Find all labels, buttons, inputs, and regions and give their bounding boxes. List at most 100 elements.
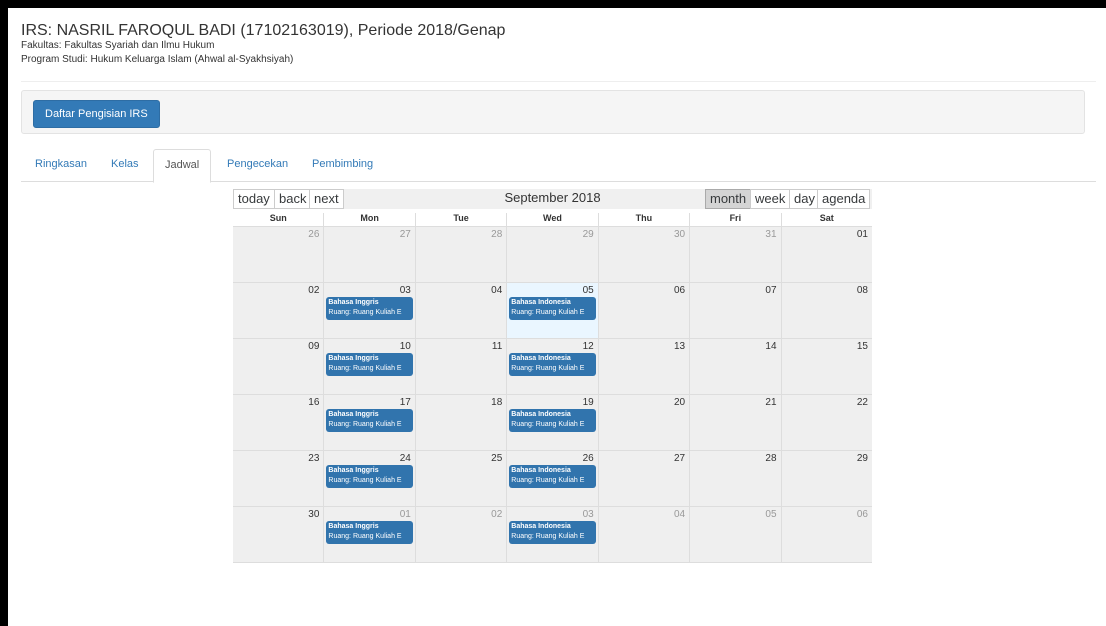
day-number: 27 <box>673 453 686 464</box>
day-cell[interactable]: 28 <box>416 227 508 282</box>
event-room: Ruang: Ruang Kuliah E <box>328 533 402 540</box>
day-cell[interactable]: 04 <box>599 507 691 562</box>
day-number: 10 <box>399 341 411 352</box>
day-number: 08 <box>856 285 868 296</box>
day-cell[interactable]: 10 Bahasa Inggris Ruang: Ruang Kuliah E <box>324 339 416 394</box>
day-number: 02 <box>491 509 503 520</box>
event-room: Ruang: Ruang Kuliah E <box>328 365 402 372</box>
day-cell[interactable]: 13 <box>599 339 691 394</box>
day-number: 30 <box>308 509 320 520</box>
day-cell[interactable]: 20 <box>599 395 691 450</box>
day-cell[interactable]: 12 Bahasa Indonesia Ruang: Ruang Kuliah E <box>507 339 599 394</box>
divider <box>21 81 1096 82</box>
day-number: 23 <box>308 453 320 464</box>
event-bahasa-inggris[interactable]: Bahasa Inggris Ruang: Ruang Kuliah E <box>326 297 413 320</box>
week-row: 23 24 Bahasa Inggris Ruang: Ruang Kuliah … <box>233 450 872 506</box>
weekday-label: Mon <box>324 213 416 226</box>
month-view-button[interactable]: month <box>705 189 752 209</box>
day-number: 01 <box>399 509 411 520</box>
agenda-view-button[interactable]: agenda <box>817 189 871 209</box>
day-cell[interactable]: 26 <box>233 227 325 282</box>
day-cell[interactable]: 22 <box>782 395 872 450</box>
tab-jadwal[interactable]: Jadwal <box>153 149 212 183</box>
daftar-pengisian-irs-button[interactable]: Daftar Pengisian IRS <box>33 100 160 128</box>
day-view-button[interactable]: day <box>789 189 820 209</box>
day-cell[interactable]: 25 <box>416 451 508 506</box>
weekday-label: Tue <box>415 213 508 226</box>
day-cell[interactable]: 31 <box>690 227 782 282</box>
day-number: 09 <box>308 341 320 352</box>
day-cell[interactable]: 02 <box>233 283 325 338</box>
day-cell[interactable]: 05 <box>690 507 782 562</box>
day-cell[interactable]: 28 <box>690 451 782 506</box>
day-cell[interactable]: 03 Bahasa Inggris Ruang: Ruang Kuliah E <box>324 283 416 338</box>
event-bahasa-inggris[interactable]: Bahasa Inggris Ruang: Ruang Kuliah E <box>326 521 413 544</box>
day-cell[interactable]: 06 <box>599 283 691 338</box>
day-cell-today[interactable]: 05 Bahasa Indonesia Ruang: Ruang Kuliah E <box>507 283 599 338</box>
day-cell[interactable]: 16 <box>233 395 325 450</box>
day-cell[interactable]: 29 <box>507 227 599 282</box>
event-bahasa-indonesia[interactable]: Bahasa Indonesia Ruang: Ruang Kuliah E <box>509 353 596 376</box>
page-title: IRS: NASRIL FAROQUL BADI (17102163019), … <box>21 22 506 39</box>
day-number: 27 <box>399 229 411 240</box>
weekday-label: Sun <box>233 213 325 226</box>
day-cell[interactable]: 04 <box>416 283 508 338</box>
day-cell[interactable]: 26 Bahasa Indonesia Ruang: Ruang Kuliah E <box>507 451 599 506</box>
event-title: Bahasa Indonesia <box>511 523 571 530</box>
tab-pengecekan[interactable]: Pengecekan <box>227 149 288 180</box>
day-cell[interactable]: 30 <box>233 507 325 562</box>
day-cell[interactable]: 19 Bahasa Indonesia Ruang: Ruang Kuliah E <box>507 395 599 450</box>
tab-ringkasan[interactable]: Ringkasan <box>35 149 87 180</box>
week-row: 02 03 Bahasa Inggris Ruang: Ruang Kuliah … <box>233 282 872 338</box>
event-bahasa-indonesia[interactable]: Bahasa Indonesia Ruang: Ruang Kuliah E <box>509 409 596 432</box>
day-cell[interactable]: 01 Bahasa Inggris Ruang: Ruang Kuliah E <box>324 507 416 562</box>
event-title: Bahasa Inggris <box>328 299 379 306</box>
day-cell[interactable]: 30 <box>599 227 691 282</box>
day-cell[interactable]: 27 <box>599 451 691 506</box>
event-bahasa-inggris[interactable]: Bahasa Inggris Ruang: Ruang Kuliah E <box>326 409 413 432</box>
day-cell[interactable]: 21 <box>690 395 782 450</box>
event-room: Ruang: Ruang Kuliah E <box>328 309 402 316</box>
event-bahasa-inggris[interactable]: Bahasa Inggris Ruang: Ruang Kuliah E <box>326 465 413 488</box>
day-number: 01 <box>856 229 868 240</box>
day-number: 24 <box>399 453 411 464</box>
week-view-button[interactable]: week <box>750 189 791 209</box>
weekday-label: Thu <box>598 213 691 226</box>
tab-pembimbing[interactable]: Pembimbing <box>312 149 373 180</box>
day-cell[interactable]: 03 Bahasa Indonesia Ruang: Ruang Kuliah E <box>507 507 599 562</box>
day-cell[interactable]: 02 <box>416 507 508 562</box>
event-title: Bahasa Indonesia <box>511 299 571 306</box>
day-cell[interactable]: 08 <box>782 283 872 338</box>
day-cell[interactable]: 06 <box>782 507 872 562</box>
day-number: 18 <box>491 397 503 408</box>
day-cell[interactable]: 11 <box>416 339 508 394</box>
weekday-label: Sat <box>781 213 872 226</box>
event-room: Ruang: Ruang Kuliah E <box>328 421 402 428</box>
day-cell[interactable]: 18 <box>416 395 508 450</box>
day-cell[interactable]: 29 <box>782 451 872 506</box>
day-number: 12 <box>582 341 594 352</box>
event-bahasa-indonesia[interactable]: Bahasa Indonesia Ruang: Ruang Kuliah E <box>509 521 596 544</box>
event-bahasa-indonesia[interactable]: Bahasa Indonesia Ruang: Ruang Kuliah E <box>509 297 596 320</box>
event-bahasa-indonesia[interactable]: Bahasa Indonesia Ruang: Ruang Kuliah E <box>509 465 596 488</box>
day-cell[interactable]: 15 <box>782 339 872 394</box>
day-number: 22 <box>856 397 868 408</box>
tab-kelas[interactable]: Kelas <box>111 149 139 180</box>
day-number: 15 <box>856 341 868 352</box>
day-number: 05 <box>765 509 777 520</box>
event-room: Ruang: Ruang Kuliah E <box>511 365 585 372</box>
day-number: 13 <box>673 341 686 352</box>
day-cell[interactable]: 07 <box>690 283 782 338</box>
day-cell[interactable]: 27 <box>324 227 416 282</box>
day-cell[interactable]: 09 <box>233 339 325 394</box>
day-number: 31 <box>765 229 777 240</box>
event-title: Bahasa Inggris <box>328 355 379 362</box>
day-cell[interactable]: 17 Bahasa Inggris Ruang: Ruang Kuliah E <box>324 395 416 450</box>
day-cell[interactable]: 14 <box>690 339 782 394</box>
day-cell[interactable]: 01 <box>782 227 872 282</box>
event-bahasa-inggris[interactable]: Bahasa Inggris Ruang: Ruang Kuliah E <box>326 353 413 376</box>
event-title: Bahasa Inggris <box>328 467 379 474</box>
day-cell[interactable]: 23 <box>233 451 325 506</box>
event-title: Bahasa Inggris <box>328 411 379 418</box>
day-cell[interactable]: 24 Bahasa Inggris Ruang: Ruang Kuliah E <box>324 451 416 506</box>
